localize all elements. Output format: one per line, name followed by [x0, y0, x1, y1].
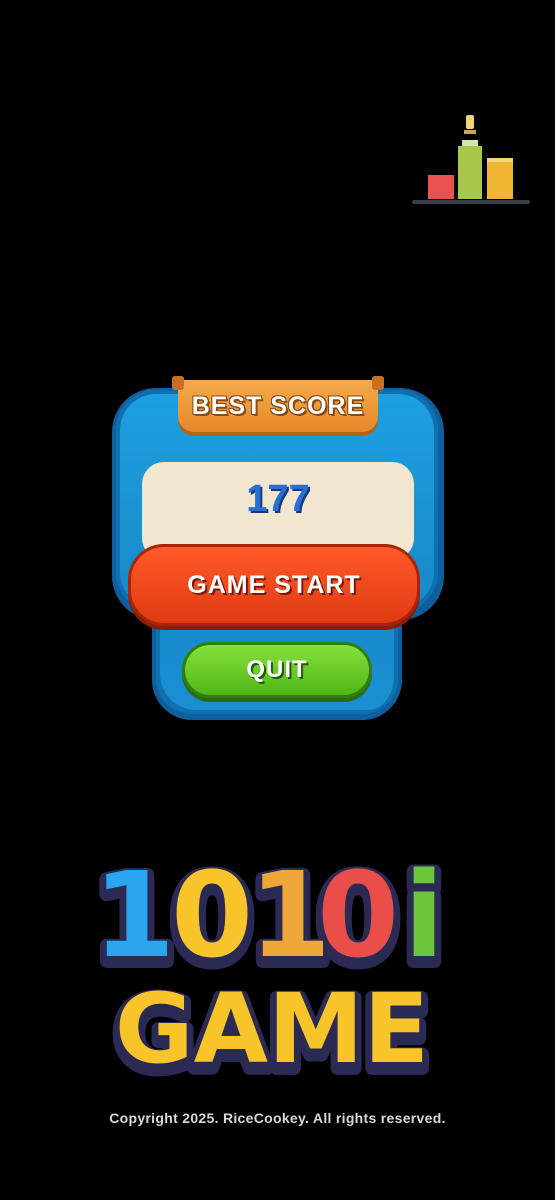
game-start-label: GAME START [187, 570, 361, 599]
game-start-button[interactable]: GAME START [128, 544, 420, 626]
leaderboard-icon [412, 115, 530, 204]
game-logo: 1 0 1 0 i 1 0 1 0 i GAME GAME [86, 836, 454, 1098]
quit-label: QUIT [246, 656, 308, 683]
leaderboard-button[interactable] [410, 110, 532, 210]
best-score-ribbon: BEST SCORE [172, 376, 384, 432]
best-score-title: BEST SCORE [191, 391, 365, 420]
quit-button[interactable]: QUIT [182, 642, 372, 698]
logo-game-text: GAME [115, 973, 429, 1085]
logo-char-2: 0 [171, 846, 253, 984]
logo-char-5: i [404, 846, 444, 984]
logo-char-4: 0 [317, 846, 399, 984]
copyright-text: Copyright 2025. RiceCookey. All rights r… [109, 1110, 446, 1126]
logo-char-1: 1 [93, 846, 175, 984]
best-score-value: 177 [246, 478, 310, 520]
